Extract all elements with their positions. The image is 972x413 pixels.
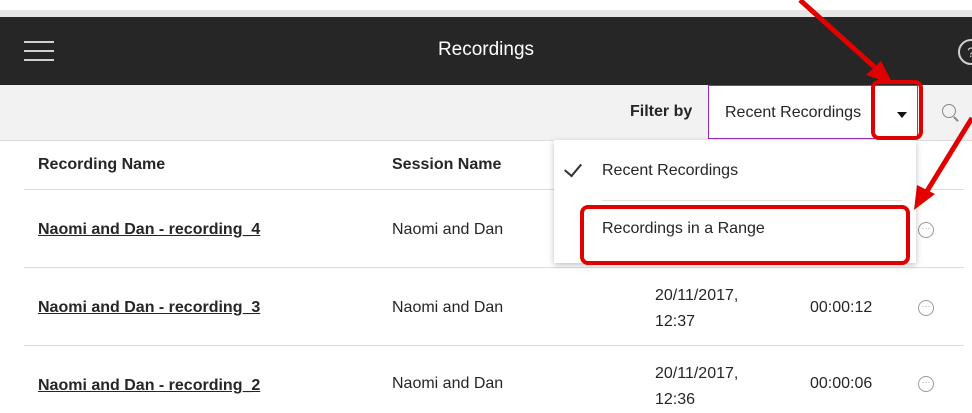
arrow-to-caret — [798, 0, 882, 74]
annotation-arrows — [798, 0, 972, 210]
arrow-head — [914, 185, 935, 210]
arrow-to-range-option — [921, 116, 972, 198]
